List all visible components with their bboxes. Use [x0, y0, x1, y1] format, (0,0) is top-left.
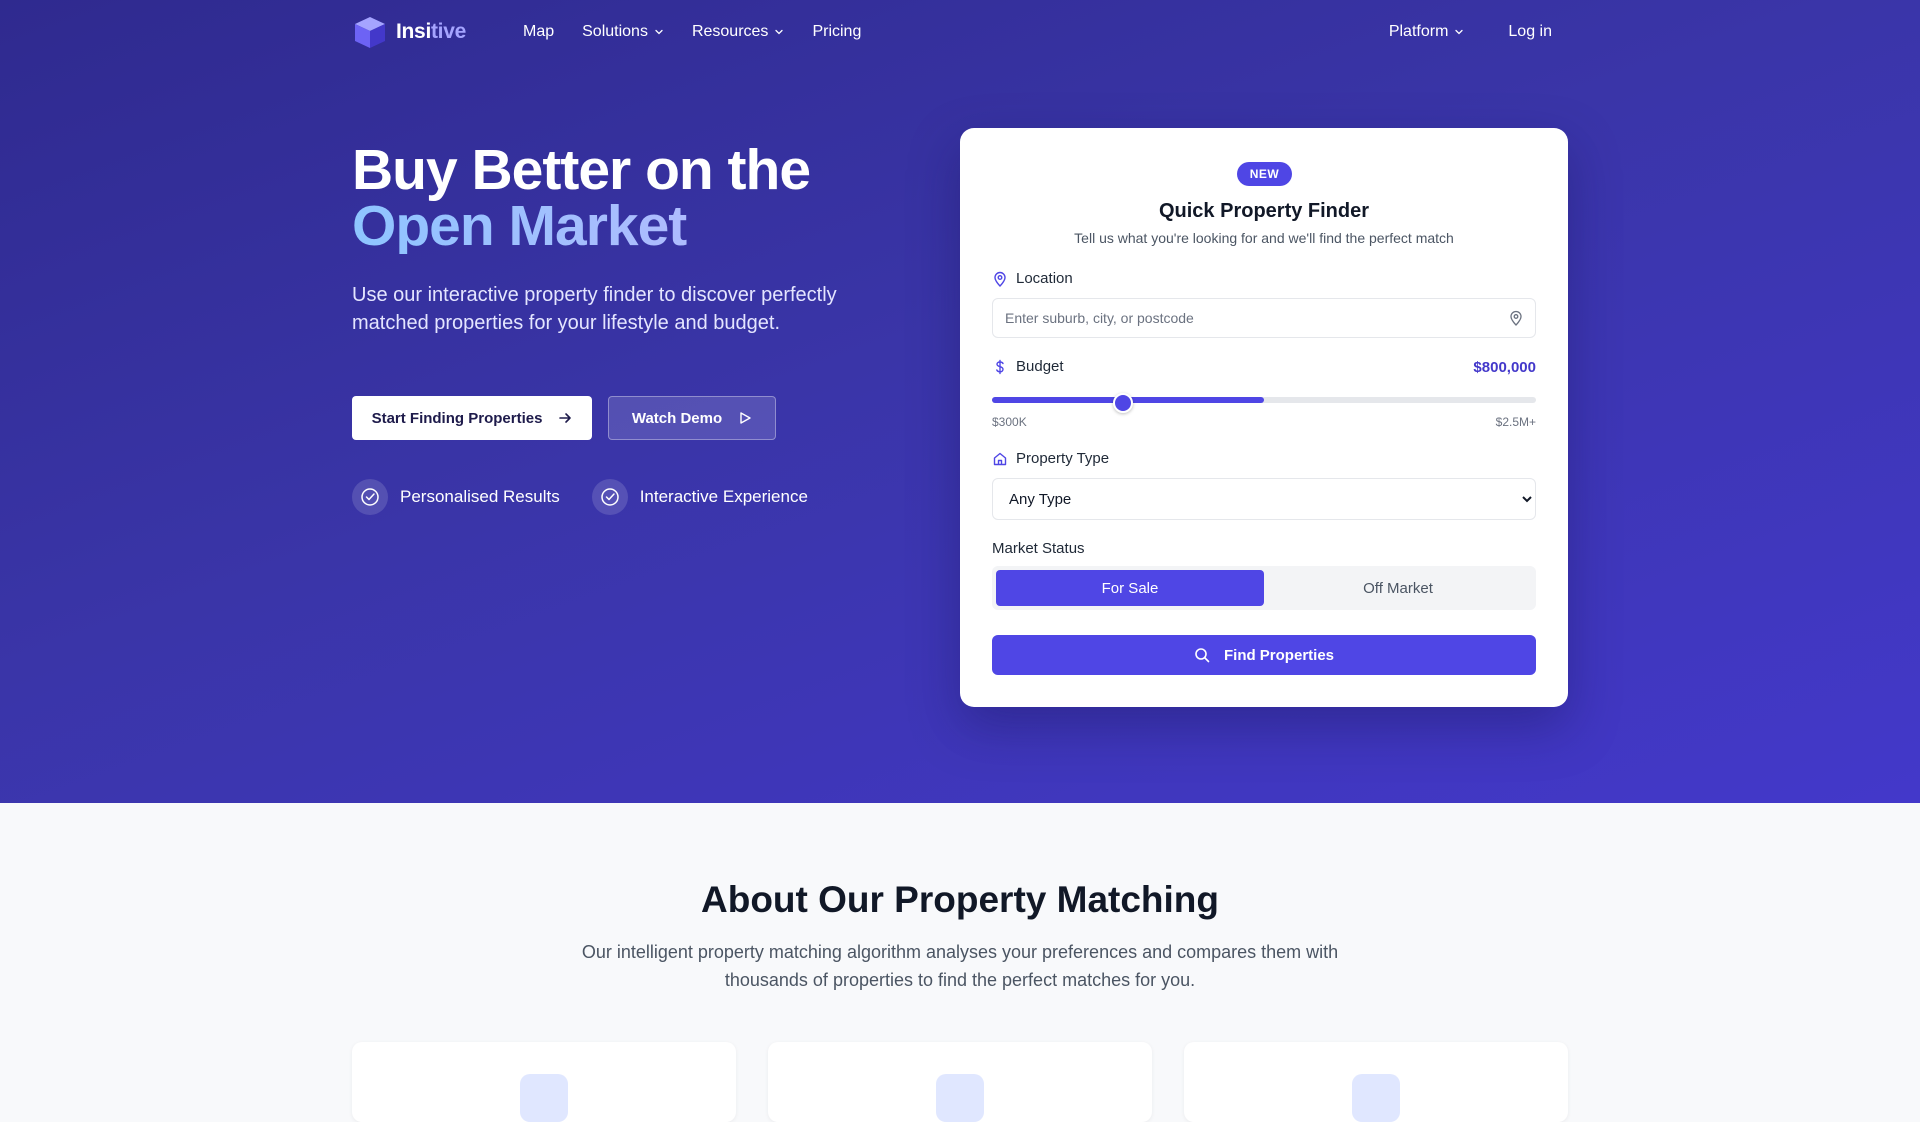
about-title: About Our Property Matching: [701, 879, 1219, 920]
search-icon: [1195, 648, 1210, 663]
top-navigation: Insitive Map Solutions Resources Pricing…: [352, 12, 1552, 52]
hero-features: Personalised Results Interactive Experie…: [352, 479, 808, 515]
property-type-select[interactable]: Any Type: [992, 478, 1536, 520]
hero-title-line2: Open Market: [352, 198, 912, 255]
arrow-right-icon: [559, 413, 572, 423]
start-finding-button[interactable]: Start Finding Properties: [352, 396, 592, 440]
property-type-label-text: Property Type: [1016, 450, 1110, 467]
home-icon: [993, 452, 1007, 465]
play-icon: [740, 412, 751, 424]
about-card: [352, 1042, 736, 1122]
about-text: Our intelligent property matching algori…: [581, 942, 1339, 990]
property-type-label: Property Type: [992, 450, 1109, 467]
quick-property-finder-card: NEW Quick Property Finder Tell us what y…: [960, 128, 1568, 707]
budget-min-label: $300K: [992, 415, 1027, 429]
logo[interactable]: Insitive: [352, 12, 466, 52]
watch-demo-button[interactable]: Watch Demo: [608, 396, 776, 440]
market-status-label: Market Status: [992, 540, 1085, 557]
market-status-toggle: For Sale Off Market: [992, 566, 1536, 610]
budget-label-text: Budget: [1016, 358, 1064, 375]
nav-link-pricing[interactable]: Pricing: [812, 23, 861, 41]
start-finding-label: Start Finding Properties: [371, 409, 543, 427]
check-circle-icon: [591, 479, 628, 515]
feature-personalised-results: Personalised Results: [352, 479, 560, 515]
nav-link-solutions[interactable]: Solutions: [582, 23, 664, 41]
hero-title: Buy Better on the Open Market: [352, 142, 912, 255]
location-label-text: Location: [1016, 270, 1073, 287]
location-input[interactable]: [992, 298, 1536, 338]
about-card: [768, 1042, 1152, 1122]
map-pin-icon: [1510, 310, 1522, 326]
feature-label: Interactive Experience: [639, 487, 808, 506]
chevron-down-icon: [775, 29, 784, 35]
hero-section: Insitive Map Solutions Resources Pricing…: [0, 0, 1920, 803]
budget-max-label: $2.5M+: [1495, 415, 1536, 429]
dollar-icon: [996, 359, 1004, 374]
new-badge: NEW: [1237, 162, 1292, 186]
hero-subtitle: Use our interactive property finder to d…: [352, 284, 837, 334]
platform-dropdown[interactable]: Platform: [1389, 23, 1465, 41]
watch-demo-label: Watch Demo: [631, 409, 723, 427]
finder-subtitle: Tell us what you're looking for and we'l…: [1074, 230, 1454, 246]
find-properties-button[interactable]: Find Properties: [992, 635, 1536, 675]
cube-logo-icon: [355, 17, 385, 48]
nav-link-resources[interactable]: Resources: [692, 23, 784, 41]
nav-links: Map Solutions Resources Pricing: [523, 12, 861, 52]
chevron-down-icon: [655, 29, 663, 35]
finder-title: Quick Property Finder: [1158, 200, 1370, 222]
about-card-icon: [520, 1074, 568, 1122]
chevron-down-icon: [1455, 29, 1464, 35]
market-status-for-sale[interactable]: For Sale: [996, 570, 1264, 606]
market-status-off-market[interactable]: Off Market: [1264, 570, 1532, 606]
hero-title-line1: Buy Better on the: [352, 138, 811, 202]
location-label: Location: [992, 270, 1073, 287]
about-card-icon: [936, 1074, 984, 1122]
check-circle-icon: [352, 479, 388, 515]
nav-link-map[interactable]: Map: [523, 23, 554, 41]
feature-interactive-experience: Interactive Experience: [591, 479, 808, 515]
about-card: [1184, 1042, 1568, 1122]
about-cards: [352, 1042, 1568, 1122]
nav-right: Platform Log in: [1389, 12, 1552, 52]
login-link[interactable]: Log in: [1508, 23, 1552, 41]
budget-slider-thumb[interactable]: [1112, 393, 1133, 413]
about-card-icon: [1352, 1074, 1400, 1122]
budget-value: $800,000: [1473, 359, 1536, 376]
find-properties-label: Find Properties: [1223, 646, 1335, 664]
feature-label: Personalised Results: [400, 487, 560, 506]
budget-label: Budget: [992, 358, 1064, 375]
budget-slider-track[interactable]: [992, 397, 1536, 403]
logo-text: Insitive: [396, 20, 466, 43]
map-pin-icon: [994, 271, 1006, 287]
